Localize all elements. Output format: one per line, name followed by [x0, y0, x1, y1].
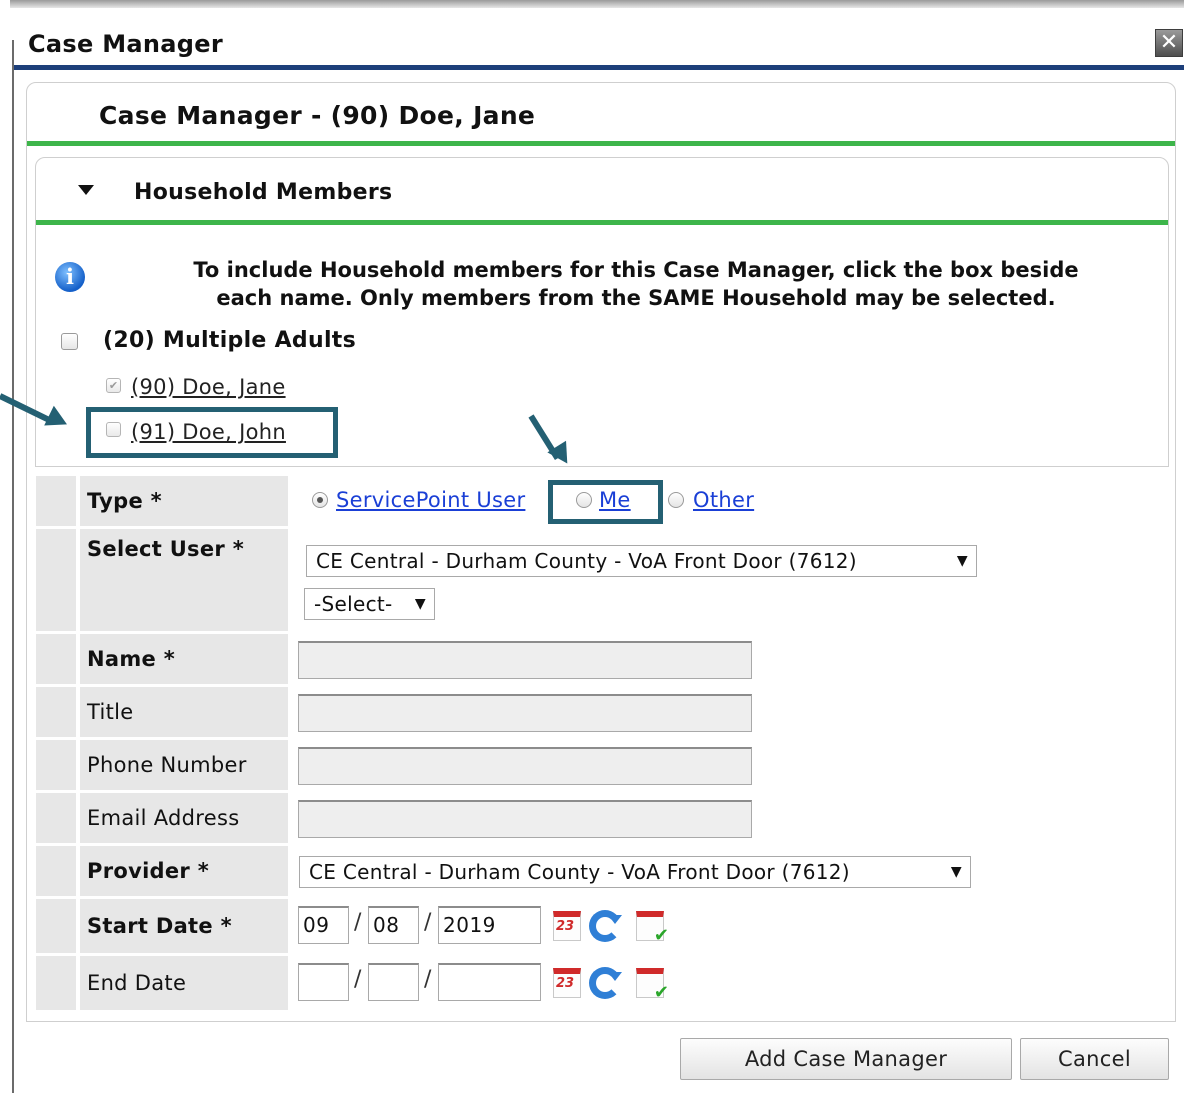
title-field[interactable]: [298, 694, 752, 732]
calendar-icon[interactable]: 23: [553, 911, 581, 941]
dropdown-caret-icon: ▼: [414, 596, 426, 612]
dialog-title: Case Manager: [28, 30, 223, 58]
annotation-highlight-me: [548, 480, 663, 524]
refresh-icon[interactable]: [589, 967, 622, 999]
dropdown-caret-icon: ▼: [950, 864, 962, 880]
start-date-month-input[interactable]: 09: [298, 906, 349, 944]
radio-other[interactable]: [668, 492, 684, 508]
member-checkbox-jane[interactable]: ✔: [106, 378, 121, 393]
end-date-day-input[interactable]: [368, 963, 419, 1001]
calendar-check-icon[interactable]: [636, 968, 669, 1003]
select-user-dropdown[interactable]: -Select- ▼: [304, 588, 435, 620]
close-icon[interactable]: ✕: [1155, 29, 1183, 57]
phone-label: Phone Number: [80, 740, 288, 790]
dialog-titlebar: Case Manager ✕: [14, 8, 1184, 66]
select-user-provider-dropdown[interactable]: CE Central - Durham County - VoA Front D…: [306, 545, 977, 577]
select-user-label: Select User *: [80, 529, 288, 631]
phone-field[interactable]: [298, 747, 752, 785]
type-label: Type *: [80, 476, 288, 526]
date-separator: /: [424, 910, 432, 935]
start-date-year-input[interactable]: 2019: [438, 906, 541, 944]
end-date-year-input[interactable]: [438, 963, 541, 1001]
household-instructions: To include Household members for this Ca…: [106, 256, 1166, 312]
date-separator: /: [354, 967, 362, 992]
provider-dropdown[interactable]: CE Central - Durham County - VoA Front D…: [299, 856, 971, 888]
radio-label-servicepoint-user[interactable]: ServicePoint User: [336, 488, 525, 512]
window-left-edge: [12, 40, 14, 1093]
panel-title: Case Manager - (90) Doe, Jane: [99, 101, 536, 130]
dropdown-caret-icon: ▼: [956, 553, 968, 569]
calendar-icon[interactable]: 23: [553, 968, 581, 998]
refresh-icon[interactable]: [589, 910, 622, 942]
cancel-button[interactable]: Cancel: [1020, 1038, 1169, 1080]
email-field[interactable]: [298, 800, 752, 838]
household-divider: [36, 220, 1168, 225]
annotation-highlight-john: [86, 407, 338, 458]
calendar-check-icon[interactable]: [636, 911, 669, 946]
start-date-day-input[interactable]: 08: [368, 906, 419, 944]
name-label: Name *: [80, 634, 288, 684]
start-date-label: Start Date *: [80, 899, 288, 953]
instruction-line-1: To include Household members for this Ca…: [193, 258, 1079, 282]
radio-label-other[interactable]: Other: [693, 488, 754, 512]
title-label: Title: [80, 687, 288, 737]
window-top-edge: [10, 0, 1184, 8]
household-group-checkbox[interactable]: [61, 333, 78, 350]
date-separator: /: [424, 967, 432, 992]
collapse-triangle-icon[interactable]: [78, 185, 94, 195]
radio-servicepoint-user[interactable]: [312, 492, 328, 508]
end-date-label: End Date: [80, 956, 288, 1010]
member-link-jane[interactable]: (90) Doe, Jane: [131, 375, 286, 399]
panel-divider: [27, 141, 1175, 146]
email-label: Email Address: [80, 793, 288, 843]
provider-label: Provider *: [80, 846, 288, 896]
household-group-label: (20) Multiple Adults: [103, 328, 356, 353]
title-divider: [14, 65, 1184, 70]
name-field[interactable]: [298, 641, 752, 679]
instruction-line-2: each name. Only members from the SAME Ho…: [216, 286, 1056, 310]
info-icon: i: [55, 262, 85, 292]
add-case-manager-button[interactable]: Add Case Manager: [680, 1038, 1012, 1080]
date-separator: /: [354, 910, 362, 935]
end-date-month-input[interactable]: [298, 963, 349, 1001]
household-section-title[interactable]: Household Members: [134, 180, 392, 205]
